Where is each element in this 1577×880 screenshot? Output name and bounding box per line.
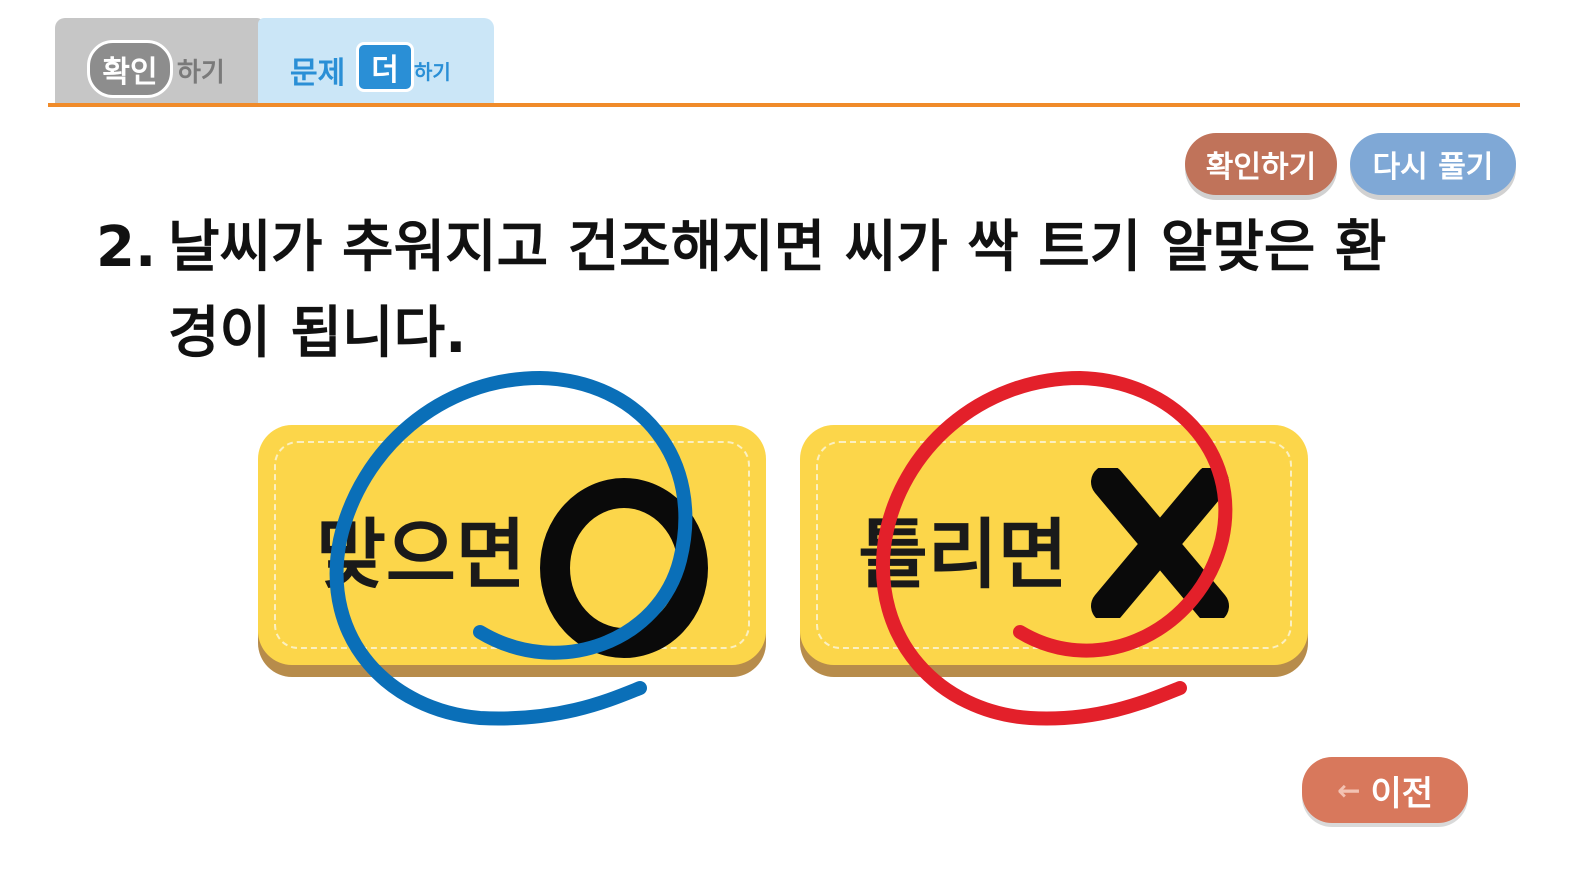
question-line-2: 경이 됩니다.	[168, 301, 467, 366]
check-badge: 확인	[87, 40, 173, 98]
question-text: 2. 날씨가 추워지고 건조해지면 씨가 싹 트기 알맞은 환 경이 됩니다.	[96, 205, 1516, 377]
more-prefix: 문제	[290, 56, 346, 91]
more-badge: 더	[356, 42, 414, 92]
confirm-button[interactable]: 확인하기	[1185, 133, 1337, 195]
retry-button[interactable]: 다시 풀기	[1350, 133, 1516, 195]
check-suffix: 하기	[177, 58, 225, 88]
header-divider	[48, 103, 1520, 107]
x-symbol-icon	[1091, 468, 1229, 618]
prev-label: 이전	[1370, 773, 1434, 814]
answer-wrong-button[interactable]: 틀리면	[800, 425, 1308, 665]
answer-wrong-label: 틀리면	[858, 510, 1068, 599]
question-line-1: 날씨가 추워지고 건조해지면 씨가 싹 트기 알맞은 환	[168, 215, 1387, 280]
tab-check[interactable]: 확인 하기	[55, 18, 263, 106]
o-symbol-icon	[540, 478, 708, 658]
answer-correct-label: 맞으면	[316, 510, 526, 599]
left-arrow-icon: ←	[1336, 773, 1361, 807]
more-suffix: 하기	[414, 60, 451, 84]
question-number: 2.	[96, 215, 157, 280]
tab-more-problems[interactable]: 문제 더 하기	[258, 18, 494, 106]
prev-button[interactable]: ← 이전	[1302, 757, 1468, 823]
answer-marks	[329, 370, 1233, 726]
